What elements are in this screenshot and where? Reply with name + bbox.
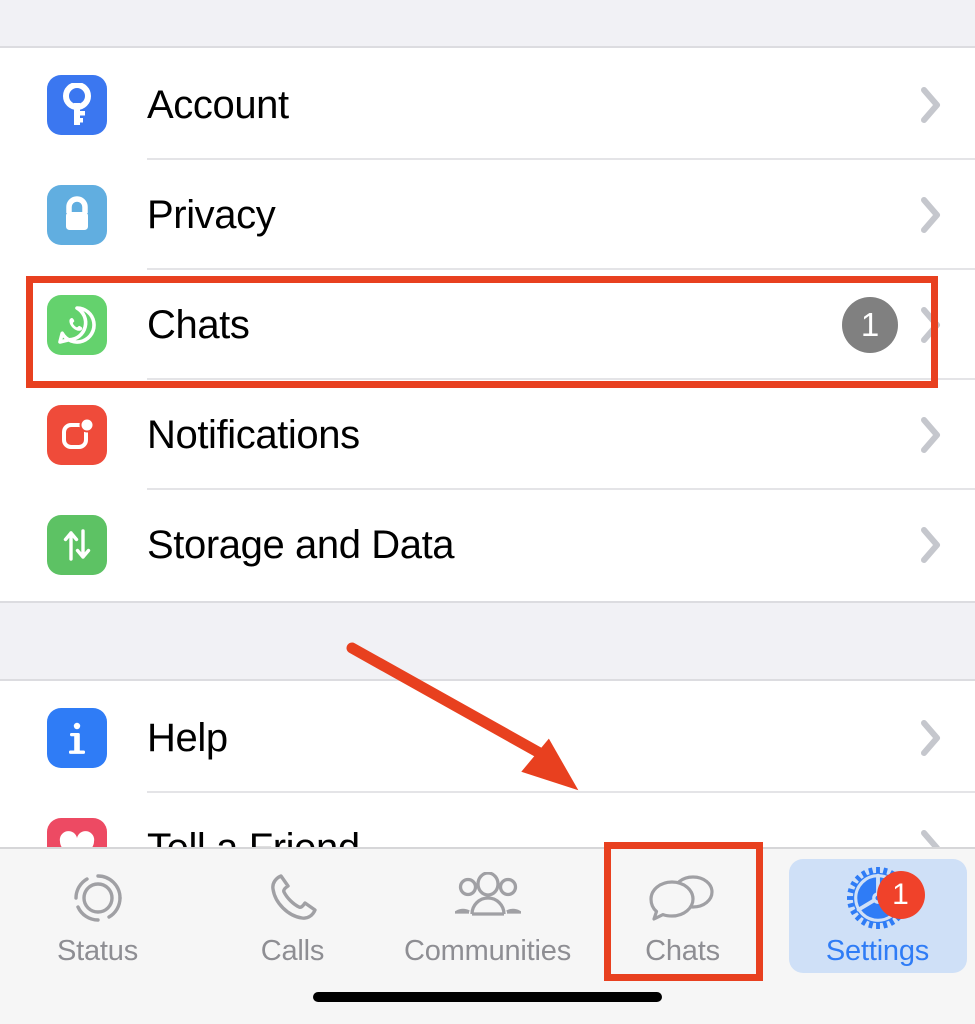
- settings-row-privacy[interactable]: Privacy: [0, 160, 975, 270]
- chats-count-badge: 1: [842, 297, 898, 353]
- row-accessory: [920, 86, 975, 124]
- phone-icon-glyph: [270, 874, 317, 920]
- chevron-right-icon: [921, 527, 940, 563]
- info-icon: [47, 708, 107, 768]
- top-section-gap: [0, 0, 975, 48]
- info-icon-glyph: [69, 722, 85, 754]
- key-icon-glyph: [63, 83, 91, 125]
- settings-row-help[interactable]: Help: [0, 683, 975, 793]
- settings-row-label: Notifications: [147, 412, 360, 457]
- settings-row-label: Privacy: [147, 192, 276, 237]
- people-group-icon: [453, 867, 523, 929]
- tab-label: Calls: [260, 935, 325, 967]
- row-accessory: [920, 196, 975, 234]
- up-down-arrows-icon-glyph: [63, 529, 91, 561]
- whatsapp-chat-icon-glyph: [58, 306, 96, 344]
- chevron-right-icon: [921, 87, 940, 123]
- settings-row-label: Chats: [147, 302, 250, 347]
- tab-communities[interactable]: Communities: [390, 849, 585, 968]
- tab-chats[interactable]: Chats: [585, 849, 780, 968]
- lock-icon: [47, 185, 107, 245]
- status-rings-icon-glyph: [73, 874, 122, 922]
- chevron-right-icon: [921, 197, 940, 233]
- people-group-icon-glyph: [454, 872, 521, 916]
- tab-label: Communities: [403, 935, 571, 967]
- row-accessory: [920, 416, 975, 454]
- chevron-right-icon: [921, 720, 940, 756]
- row-accessory: [920, 526, 975, 564]
- up-down-arrows-icon: [47, 515, 107, 575]
- notification-bubble-icon: [47, 405, 107, 465]
- settings-row-chats[interactable]: Chats 1: [0, 270, 975, 380]
- settings-row-account[interactable]: Account: [0, 50, 975, 160]
- phone-icon: [258, 867, 328, 929]
- home-indicator: [313, 992, 662, 1002]
- chevron-right-icon: [921, 307, 940, 343]
- chevron-right-icon: [921, 417, 940, 453]
- status-rings-icon: [63, 867, 133, 929]
- tab-status[interactable]: Status: [0, 849, 195, 968]
- tab-label: Settings: [825, 935, 930, 967]
- whatsapp-settings-screen: Account Privacy Chats 1 Notifications St…: [0, 0, 975, 1024]
- key-icon: [47, 75, 107, 135]
- settings-row-label: Account: [147, 82, 289, 127]
- row-accessory: 1: [842, 297, 975, 353]
- gear-icon: 1: [843, 867, 925, 929]
- speech-bubbles-icon: [648, 867, 718, 929]
- notification-bubble-icon-glyph: [62, 417, 95, 449]
- speech-bubbles-icon-glyph: [648, 875, 714, 921]
- mid-section-gap: [0, 601, 975, 681]
- settings-tab-badge: 1: [876, 871, 925, 919]
- lock-icon-glyph: [66, 196, 88, 230]
- settings-row-label: Help: [147, 715, 228, 760]
- settings-row-storage-and-data[interactable]: Storage and Data: [0, 490, 975, 600]
- settings-row-notifications[interactable]: Notifications: [0, 380, 975, 490]
- settings-row-label: Storage and Data: [147, 522, 455, 567]
- tab-settings[interactable]: 1 Settings: [780, 849, 975, 973]
- whatsapp-chat-icon: [47, 295, 107, 355]
- settings-group-primary: Account Privacy Chats 1 Notifications St…: [0, 50, 975, 600]
- row-accessory: [920, 719, 975, 757]
- tab-label: Chats: [645, 935, 720, 967]
- tab-label: Status: [56, 935, 138, 967]
- tab-calls[interactable]: Calls: [195, 849, 390, 968]
